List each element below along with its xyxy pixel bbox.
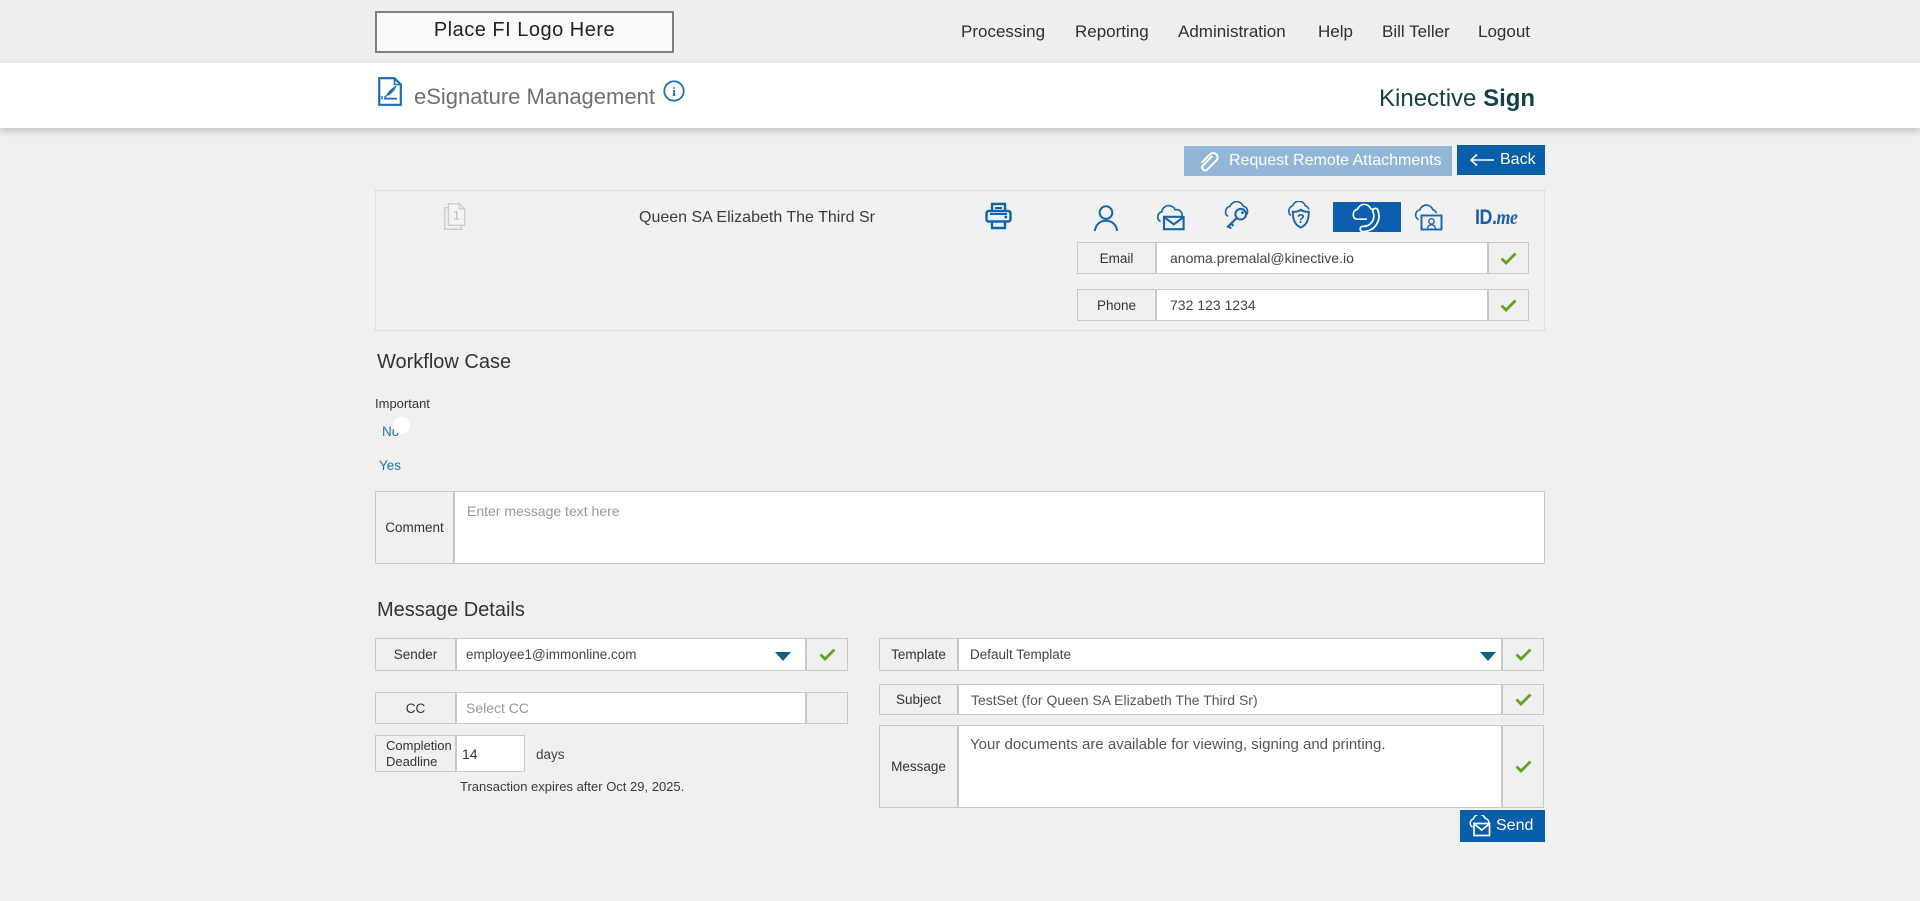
svg-text:1: 1 bbox=[453, 209, 460, 223]
svg-text:x: x bbox=[380, 96, 384, 102]
svg-text:?: ? bbox=[1297, 211, 1305, 226]
svg-text:i: i bbox=[672, 84, 676, 99]
